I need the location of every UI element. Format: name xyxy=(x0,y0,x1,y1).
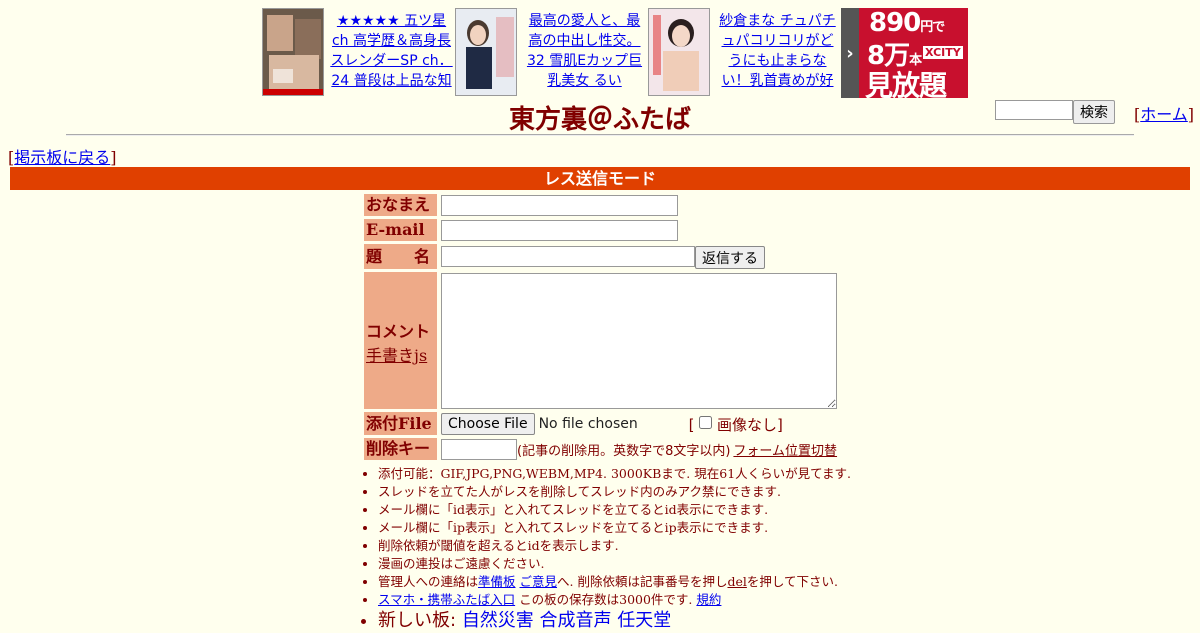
chevron-right-icon[interactable]: › xyxy=(841,8,859,98)
file-label: 添付File xyxy=(364,412,437,435)
search-form: 検索 xyxy=(995,100,1115,124)
promo-banner[interactable]: 890円で 8万本 XCITY 見放題 xyxy=(859,8,968,98)
submit-reply-button[interactable]: 返信する xyxy=(695,246,765,269)
email-field-wrap xyxy=(441,220,678,241)
list-item: 管理人への連絡は準備板 ご意見へ. 削除依頼は記事番号を押しdelを押して下さい… xyxy=(378,573,851,591)
name-label: おなまえ xyxy=(364,194,437,216)
list-item: 添付可能：GIF,JPG,PNG,WEBM,MP4. 3000KBまで. 現在6… xyxy=(378,465,851,483)
new-boards-label: 新しい板: xyxy=(378,610,457,631)
search-input[interactable] xyxy=(995,100,1073,120)
delete-key-input[interactable] xyxy=(441,439,517,460)
ad-item[interactable]: 最高の愛人と、最高の中出し性交。 32 雪肌Eカップ巨乳美女 るい xyxy=(455,8,648,98)
subject-field-wrap: 返信する xyxy=(441,246,765,269)
email-label: E-mail xyxy=(364,219,437,241)
feedback-link[interactable]: ご意見 xyxy=(520,574,558,589)
list-item: メール欄に「id表示」と入れてスレッドを立てるとid表示にできます. xyxy=(378,501,851,519)
promo-logo: XCITY xyxy=(923,46,963,59)
ad-link[interactable]: 紗倉まな チュパチュパコリコリがどうにも止まらない！乳首責めが好 xyxy=(719,13,835,89)
ad-thumbnail-image[interactable] xyxy=(455,8,517,96)
board-link[interactable]: 任天堂 xyxy=(617,610,671,631)
back-to-board-link[interactable]: 掲示板に戻る xyxy=(14,148,110,167)
no-image-label: 画像なし xyxy=(716,415,777,434)
promo-line1: 890円で xyxy=(869,8,945,38)
ad-text: ★★★★★ 五ツ星ch 高学歴＆高身長スレンダーSP ch．24 普段は上品な知 xyxy=(324,8,455,96)
board-link[interactable]: 自然災害 xyxy=(462,610,534,631)
search-button[interactable]: 検索 xyxy=(1073,100,1115,124)
delete-key-note: (記事の削除用。英数字で8文字以内) xyxy=(517,444,731,459)
reply-mode-bar: レス送信モード xyxy=(10,167,1190,190)
ad-text: 最高の愛人と、最高の中出し性交。 32 雪肌Eカップ巨乳美女 るい xyxy=(517,8,648,96)
file-field-wrap: Choose File No file chosen [ 画像なし] xyxy=(441,413,783,435)
terms-link[interactable]: 規約 xyxy=(696,592,721,607)
form-position-link[interactable]: フォーム位置切替 xyxy=(733,440,837,459)
delete-key-field-wrap: (記事の削除用。英数字で8文字以内) フォーム位置切替 xyxy=(441,439,837,460)
handwriting-link[interactable]: 手書きjs xyxy=(366,346,427,365)
ad-thumbnail-image[interactable] xyxy=(262,8,324,96)
board-link[interactable]: 合成音声 xyxy=(540,610,612,631)
name-input[interactable] xyxy=(441,195,678,216)
name-field-wrap xyxy=(441,195,678,216)
ad-thumbnail-image[interactable] xyxy=(648,8,710,96)
ad-link[interactable]: ★★★★★ 五ツ星ch 高学歴＆高身長スレンダーSP ch．24 普段は上品な知 xyxy=(330,13,452,89)
comment-label: コメント xyxy=(366,322,431,341)
comment-textarea[interactable] xyxy=(441,273,837,409)
no-file-text: No file chosen xyxy=(538,416,638,432)
list-item: 漫画の連投はご遠慮ください. xyxy=(378,555,851,573)
mobile-entry-link[interactable]: スマホ・携帯ふたば入口 xyxy=(378,592,515,607)
list-item: メール欄に「ip表示」と入れてスレッドを立てるとip表示にできます. xyxy=(378,519,851,537)
promo-line3: 見放題 xyxy=(865,69,947,98)
divider xyxy=(66,134,1134,136)
email-input[interactable] xyxy=(441,220,678,241)
ad-item[interactable]: ★★★★★ 五ツ星ch 高学歴＆高身長スレンダーSP ch．24 普段は上品な知 xyxy=(262,8,455,98)
delete-key-label: 削除キー xyxy=(364,438,437,460)
home-link[interactable]: ホーム xyxy=(1140,105,1188,124)
list-item: 新しい板: 自然災害 合成音声 任天堂 xyxy=(378,609,851,633)
ad-link[interactable]: 最高の愛人と、最高の中出し性交。 32 雪肌Eカップ巨乳美女 るい xyxy=(527,13,642,89)
ad-item[interactable]: 紗倉まな チュパチュパコリコリがどうにも止まらない！乳首責めが好 xyxy=(648,8,841,98)
no-image-checkbox[interactable] xyxy=(699,415,713,429)
list-item: スレッドを立てた人がレスを削除してスレッド内のみアク禁にできます. xyxy=(378,483,851,501)
choose-file-button[interactable]: Choose File xyxy=(441,413,535,435)
del-link[interactable]: del xyxy=(727,574,746,589)
preparation-board-link[interactable]: 準備板 xyxy=(478,574,516,589)
comment-label-cell: コメント 手書きjs xyxy=(364,272,437,409)
back-nav: [掲示板に戻る] xyxy=(8,148,117,167)
list-item: 削除依頼が閾値を超えるとidを表示します. xyxy=(378,537,851,555)
list-item: スマホ・携帯ふたば入口 この板の保存数は3000件です. 規約 xyxy=(378,591,851,609)
home-nav: [ホーム] xyxy=(1134,105,1195,124)
comment-field-wrap xyxy=(441,273,837,413)
ad-banner: ★★★★★ 五ツ星ch 高学歴＆高身長スレンダーSP ch．24 普段は上品な知… xyxy=(262,8,968,98)
ad-text: 紗倉まな チュパチュパコリコリがどうにも止まらない！乳首責めが好 xyxy=(710,8,841,96)
subject-label: 題 名 xyxy=(364,244,437,269)
no-image-option: [ 画像なし] xyxy=(688,415,783,434)
subject-input[interactable] xyxy=(441,246,695,267)
rules-list: 添付可能：GIF,JPG,PNG,WEBM,MP4. 3000KBまで. 現在6… xyxy=(364,465,851,633)
